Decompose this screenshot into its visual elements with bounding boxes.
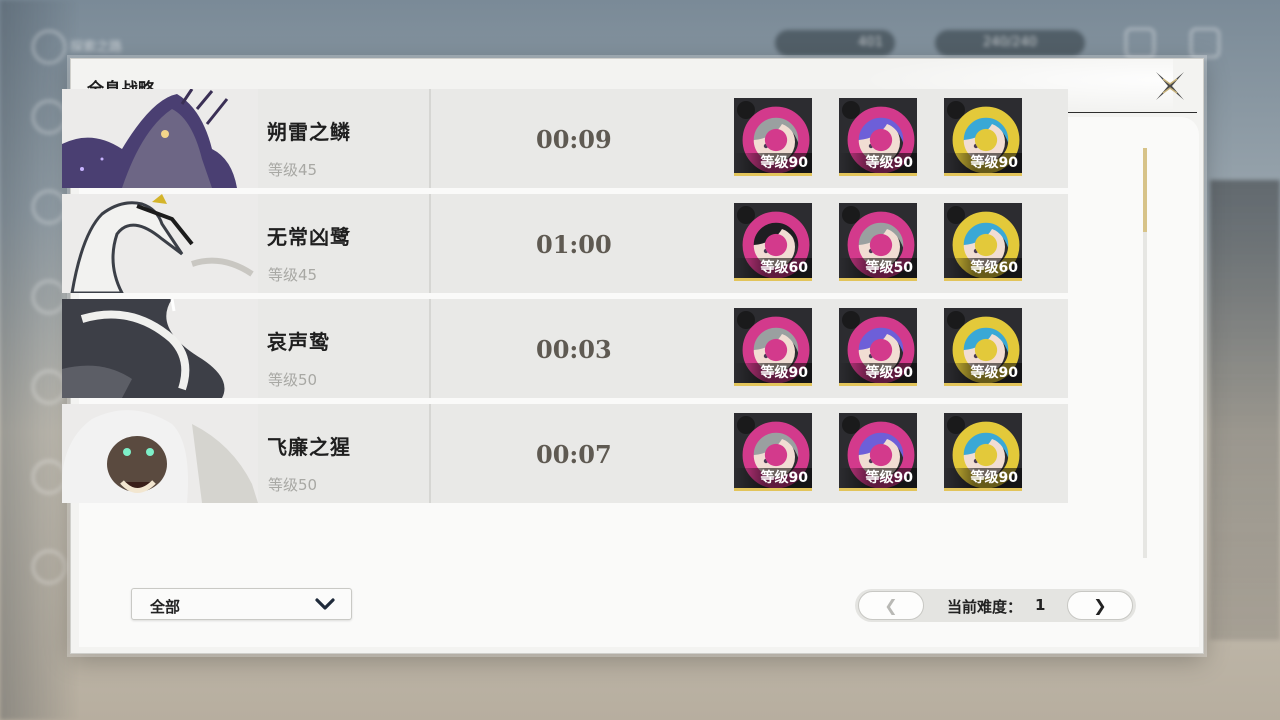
team-character-card[interactable]: 等级90 (839, 98, 917, 176)
character-level: 等级50 (839, 258, 917, 278)
boss-ape-portrait (62, 404, 258, 503)
aero-element-icon (947, 206, 1020, 278)
background-menu-icon (1125, 28, 1155, 58)
boss-name: 朔雷之鳞 (267, 120, 351, 144)
boss-record-row[interactable]: 飞廉之猩等级50 00:07 等级90 等级90 等级90 (62, 404, 1068, 503)
spectro-element-icon (842, 416, 915, 488)
chevron-down-icon (315, 598, 335, 610)
boss-heron-portrait (62, 194, 258, 293)
column-divider (429, 404, 431, 503)
previous-difficulty-button[interactable]: ❮ (858, 591, 924, 620)
character-level: 等级60 (944, 258, 1022, 278)
column-divider (429, 89, 431, 188)
team-character-card[interactable]: 等级50 (839, 203, 917, 281)
team-character-card[interactable]: 等级90 (839, 308, 917, 386)
team-character-card[interactable]: 等级90 (734, 308, 812, 386)
scrollbar-thumb[interactable] (1143, 148, 1147, 232)
background-currency-pill: 401 (775, 30, 895, 56)
list-scrollbar[interactable] (1143, 148, 1147, 558)
spectro-element-icon (737, 311, 810, 383)
character-level: 等级90 (734, 153, 812, 173)
close-icon (1156, 72, 1184, 100)
boss-name: 无常凶鹭 (267, 225, 351, 249)
team-character-card[interactable]: 等级90 (944, 98, 1022, 176)
aero-element-icon (947, 101, 1020, 173)
background-section-label: 探索之路 (70, 40, 123, 55)
spectro-element-icon (842, 101, 915, 173)
boss-record-row[interactable]: 无常凶鹭等级45 01:00 等级60 等级50 等级60 (62, 194, 1068, 293)
team-character-card[interactable]: 等级90 (944, 308, 1022, 386)
filter-icon (32, 460, 66, 494)
aero-element-icon (947, 311, 1020, 383)
boss-mourning-aix-portrait (62, 299, 258, 398)
spectro-element-icon (737, 206, 810, 278)
aero-element-icon (947, 416, 1020, 488)
boss-level: 等级45 (268, 161, 318, 179)
character-level: 等级90 (734, 363, 812, 383)
settings-icon (32, 550, 66, 584)
clear-time: 01:00 (536, 230, 612, 259)
chevron-left-icon: ❮ (884, 596, 898, 615)
character-level: 等级90 (839, 468, 917, 488)
team-character-card[interactable]: 等级90 (734, 413, 812, 491)
team-character-card[interactable]: 等级90 (734, 98, 812, 176)
team-character-card[interactable]: 等级60 (944, 203, 1022, 281)
character-level: 等级60 (734, 258, 812, 278)
character-level: 等级90 (839, 363, 917, 383)
filter-dropdown-label: 全部 (150, 598, 181, 616)
filter-dropdown[interactable]: 全部 (131, 588, 352, 620)
boss-thunder-scale-portrait (62, 89, 258, 188)
character-level: 等级90 (734, 468, 812, 488)
difficulty-pager: ❮ 当前难度： 1 ❯ (855, 589, 1136, 622)
compass-icon (32, 100, 66, 134)
boss-record-row[interactable]: 哀声鸷等级50 00:03 等级90 等级90 等级90 (62, 299, 1068, 398)
background-right-panel (1210, 180, 1280, 640)
home-icon (32, 30, 66, 64)
boss-level: 等级50 (268, 371, 318, 389)
boss-level: 等级50 (268, 476, 318, 494)
bag-icon (32, 370, 66, 404)
clear-time: 00:09 (536, 125, 612, 154)
character-level: 等级90 (944, 363, 1022, 383)
character-level: 等级90 (944, 468, 1022, 488)
clear-time: 00:07 (536, 440, 612, 469)
boss-level: 等级45 (268, 266, 318, 284)
spectro-element-icon (842, 311, 915, 383)
calendar-icon (32, 280, 66, 314)
crossed-swords-icon (32, 190, 66, 224)
character-level: 等级90 (944, 153, 1022, 173)
spectro-element-icon (737, 101, 810, 173)
next-difficulty-button[interactable]: ❯ (1067, 591, 1133, 620)
column-divider (429, 299, 431, 398)
difficulty-value: 1 (1035, 596, 1046, 614)
background-stamina-pill: 240/240 (935, 30, 1085, 56)
boss-name: 飞廉之猩 (267, 435, 351, 459)
boss-name: 哀声鸷 (267, 330, 330, 354)
chevron-right-icon: ❯ (1093, 596, 1107, 615)
team-character-card[interactable]: 等级90 (839, 413, 917, 491)
spectro-element-icon (737, 416, 810, 488)
character-level: 等级90 (839, 153, 917, 173)
background-close-icon (1190, 28, 1220, 58)
boss-record-row[interactable]: 朔雷之鳞等级45 00:09 等级90 等级90 等级90 (62, 89, 1068, 188)
team-character-card[interactable]: 等级90 (944, 413, 1022, 491)
close-button[interactable] (1151, 67, 1189, 105)
clear-time: 00:03 (536, 335, 612, 364)
difficulty-label: 当前难度： (947, 598, 1023, 616)
column-divider (429, 194, 431, 293)
team-character-card[interactable]: 等级60 (734, 203, 812, 281)
spectro-element-icon (842, 206, 915, 278)
boss-record-list: 朔雷之鳞 等级45 00:09 等级90 等级90 等级90 无常凶鹭 等级45 01:00 等级… (62, 89, 1070, 557)
